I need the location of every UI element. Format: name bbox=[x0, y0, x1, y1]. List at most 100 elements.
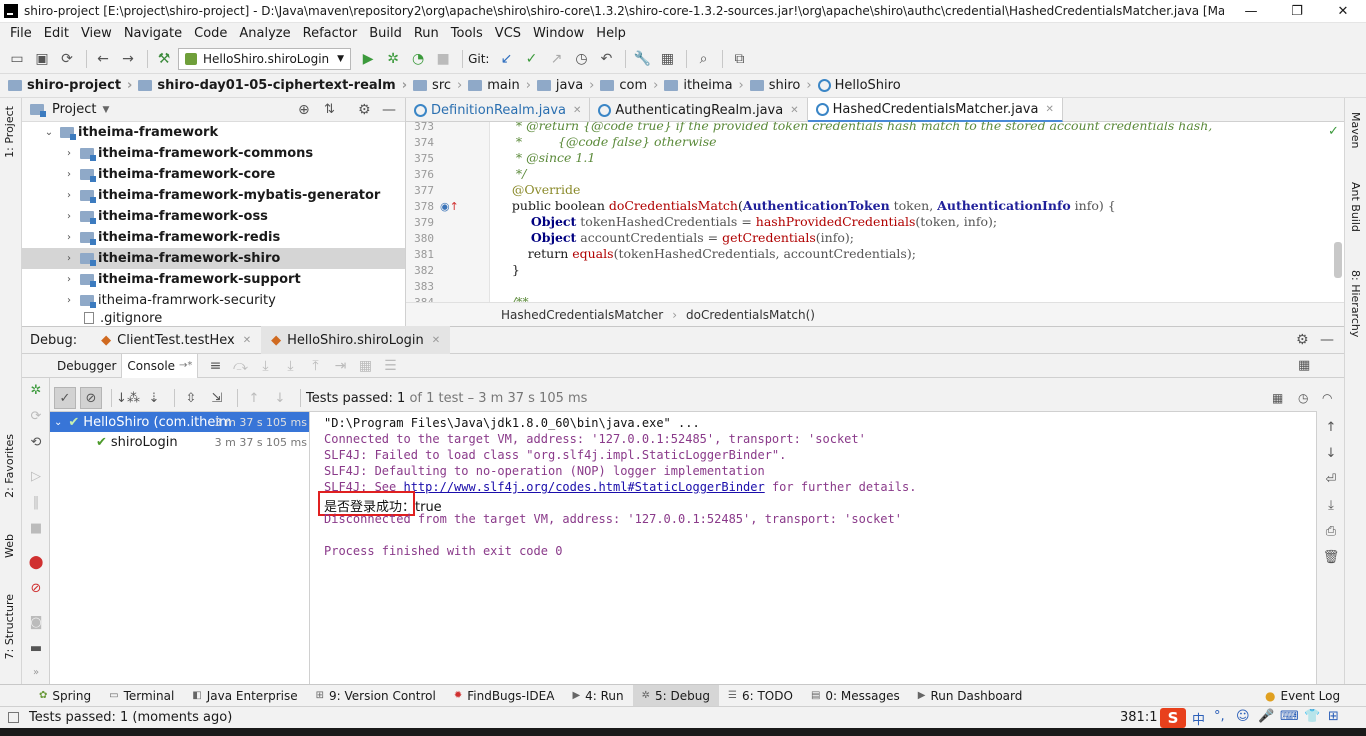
step-over-icon[interactable]: ⤼ bbox=[229, 355, 251, 377]
tool-run-dashboard[interactable]: ▶ Run Dashboard bbox=[909, 685, 1032, 707]
resume-icon[interactable]: ▷ bbox=[25, 466, 47, 486]
settings-wrench-icon[interactable]: 🔧 bbox=[631, 48, 653, 70]
step-into-icon[interactable]: ⤓ bbox=[254, 355, 276, 377]
task-icon[interactable]: ⧉ bbox=[728, 48, 750, 70]
revert-icon[interactable]: ↶ bbox=[595, 48, 617, 70]
tool-run[interactable]: ▶ 4: Run bbox=[563, 685, 632, 707]
tab-hashed-credentials-matcher[interactable]: HashedCredentialsMatcher.java ✕ bbox=[807, 98, 1063, 122]
stop-icon[interactable]: ■ bbox=[432, 48, 454, 70]
chevron-right-icon[interactable]: › bbox=[62, 148, 76, 159]
override-marker-icon[interactable]: ◉↑ bbox=[440, 200, 459, 213]
tree-item-module[interactable]: › itheima-framework-oss bbox=[22, 206, 405, 227]
prev-failed-icon[interactable]: ↑ bbox=[243, 387, 265, 409]
test-suite-row[interactable]: ⌄ ✔ HelloShiro (com.itheim 3 m 37 s 105 … bbox=[50, 412, 309, 432]
ime-keyboard-icon[interactable]: ⌨ bbox=[1280, 709, 1299, 724]
export-results-icon[interactable]: ▦ bbox=[1272, 391, 1283, 405]
tree-item-module[interactable]: › itheima-framrwork-security bbox=[22, 290, 405, 311]
project-panel-title[interactable]: Project bbox=[52, 102, 96, 117]
chevron-right-icon[interactable]: › bbox=[62, 253, 76, 264]
debug-tab-client-test[interactable]: ◆ ClientTest.testHex ✕ bbox=[91, 326, 261, 354]
slf4j-link[interactable]: http://www.slf4j.org/codes.html#StaticLo… bbox=[403, 480, 764, 494]
sort-duration-icon[interactable]: ⇣ bbox=[143, 387, 165, 409]
inspection-ok-icon[interactable]: ✓ bbox=[1328, 124, 1339, 139]
tree-item-module[interactable]: › itheima-framework-core bbox=[22, 164, 405, 185]
format-icon[interactable]: ≡ bbox=[204, 355, 226, 377]
menu-navigate[interactable]: Navigate bbox=[118, 26, 188, 41]
camera-icon[interactable]: ◙ bbox=[25, 612, 47, 632]
mute-breakpoints-icon[interactable]: ⊘ bbox=[25, 578, 47, 598]
breadcrumb-itheima[interactable]: itheima › bbox=[664, 78, 744, 93]
menu-analyze[interactable]: Analyze bbox=[233, 26, 296, 41]
tree-item-module[interactable]: › itheima-framework-support bbox=[22, 269, 405, 290]
rerun-icon[interactable]: ✲ bbox=[25, 380, 47, 400]
coverage-icon[interactable]: ◔ bbox=[407, 48, 429, 70]
menu-tools[interactable]: Tools bbox=[445, 26, 489, 41]
toggle-tool-windows-icon[interactable] bbox=[8, 712, 19, 723]
run-icon[interactable]: ▶ bbox=[357, 48, 379, 70]
show-ignored-icon[interactable]: ⊘ bbox=[80, 387, 102, 409]
close-icon[interactable]: ✕ bbox=[432, 335, 440, 346]
ime-punctuation-icon[interactable]: °, bbox=[1214, 709, 1225, 724]
tool-version-control[interactable]: ⊞ 9: Version Control bbox=[307, 685, 445, 707]
gear-icon[interactable]: ⚙ bbox=[358, 102, 371, 118]
breadcrumb-main[interactable]: main › bbox=[468, 78, 531, 93]
tool-terminal[interactable]: ▭ Terminal bbox=[100, 685, 183, 707]
tree-item-root[interactable]: ⌄ itheima-framework bbox=[22, 122, 405, 143]
restore-layout-icon[interactable]: ▦ bbox=[1298, 358, 1310, 373]
tool-tab-hierarchy[interactable]: 8: Hierarchy bbox=[1349, 270, 1362, 337]
breadcrumb-src[interactable]: src › bbox=[413, 78, 462, 93]
breadcrumb-java[interactable]: java › bbox=[536, 78, 594, 93]
ime-skin-icon[interactable]: 👕 bbox=[1304, 709, 1320, 724]
trash-icon[interactable]: 🗑 bbox=[1320, 547, 1342, 567]
next-failed-icon[interactable]: ↓ bbox=[269, 387, 291, 409]
tool-java-enterprise[interactable]: ◧ Java Enterprise bbox=[183, 685, 306, 707]
gear-icon[interactable]: ⚙ bbox=[1296, 332, 1309, 348]
chevron-right-icon[interactable]: › bbox=[62, 274, 76, 285]
hide-panel-icon[interactable]: — bbox=[382, 102, 396, 118]
sync-icon[interactable]: ⟳ bbox=[56, 48, 78, 70]
menu-run[interactable]: Run bbox=[408, 26, 445, 41]
pause-icon[interactable]: ‖ bbox=[25, 492, 47, 512]
close-icon[interactable]: ✕ bbox=[790, 105, 798, 116]
menu-edit[interactable]: Edit bbox=[38, 26, 75, 41]
console-output[interactable]: "D:\Program Files\Java\jdk1.8.0_60\bin\j… bbox=[310, 411, 1316, 684]
back-icon[interactable]: ← bbox=[92, 48, 114, 70]
tool-todo[interactable]: ☰ 6: TODO bbox=[719, 685, 802, 707]
tool-tab-favorites[interactable]: 2: Favorites bbox=[3, 434, 16, 498]
hide-panel-icon[interactable]: — bbox=[1320, 332, 1334, 348]
ime-emoji-icon[interactable]: ☺ bbox=[1236, 709, 1250, 724]
close-icon[interactable]: ✕ bbox=[573, 105, 581, 116]
menu-code[interactable]: Code bbox=[188, 26, 233, 41]
layout-icon[interactable]: ▬ bbox=[25, 638, 47, 658]
tool-findbugs[interactable]: ✹ FindBugs-IDEA bbox=[445, 685, 564, 707]
sort-alpha-icon[interactable]: ↓⁂ bbox=[116, 387, 140, 409]
restore-icon[interactable]: ❐ bbox=[1274, 0, 1320, 23]
ime-voice-icon[interactable]: 🎤 bbox=[1258, 709, 1274, 724]
test-settings-icon[interactable]: ◠ bbox=[1322, 391, 1332, 405]
tree-item-file[interactable]: .gitignore bbox=[22, 311, 405, 325]
chevron-down-icon[interactable]: ▼ bbox=[102, 105, 109, 115]
tree-item-module[interactable]: › itheima-framework-commons bbox=[22, 143, 405, 164]
editor-breadcrumb-method[interactable]: doCredentialsMatch() bbox=[686, 308, 815, 322]
project-structure-icon[interactable]: ▦ bbox=[656, 48, 678, 70]
tool-spring[interactable]: ✿ Spring bbox=[30, 685, 100, 707]
editor-breadcrumb-class[interactable]: HashedCredentialsMatcher bbox=[501, 308, 663, 322]
search-icon[interactable]: ⌕ bbox=[692, 48, 714, 70]
locate-icon[interactable]: ⊕ bbox=[298, 102, 310, 118]
breadcrumb-module[interactable]: shiro-day01-05-ciphertext-realm › bbox=[138, 78, 407, 93]
open-folder-icon[interactable]: ▭ bbox=[6, 48, 28, 70]
stop-icon[interactable]: ■ bbox=[25, 518, 47, 538]
editor-scrollbar[interactable] bbox=[1334, 242, 1342, 278]
tool-event-log[interactable]: ● Event Log bbox=[1256, 685, 1349, 707]
code-area[interactable]: * @return {@code true} if the provided t… bbox=[496, 122, 1336, 302]
build-hammer-icon[interactable]: ⚒ bbox=[153, 48, 175, 70]
rerun-failed-icon[interactable]: ⟳ bbox=[25, 406, 47, 426]
close-icon[interactable]: ✕ bbox=[1320, 0, 1366, 23]
run-configuration-select[interactable]: HelloShiro.shiroLogin ▼ bbox=[178, 47, 352, 70]
tool-debug[interactable]: ✲ 5: Debug bbox=[632, 684, 720, 707]
collapse-all-icon[interactable]: ⇲ bbox=[206, 387, 228, 409]
scroll-to-end-icon[interactable]: ⤓ bbox=[1320, 495, 1342, 515]
close-icon[interactable]: ✕ bbox=[243, 335, 251, 346]
view-breakpoints-icon[interactable]: ⬤ bbox=[25, 552, 47, 572]
down-arrow-icon[interactable]: ↓ bbox=[1320, 443, 1342, 463]
